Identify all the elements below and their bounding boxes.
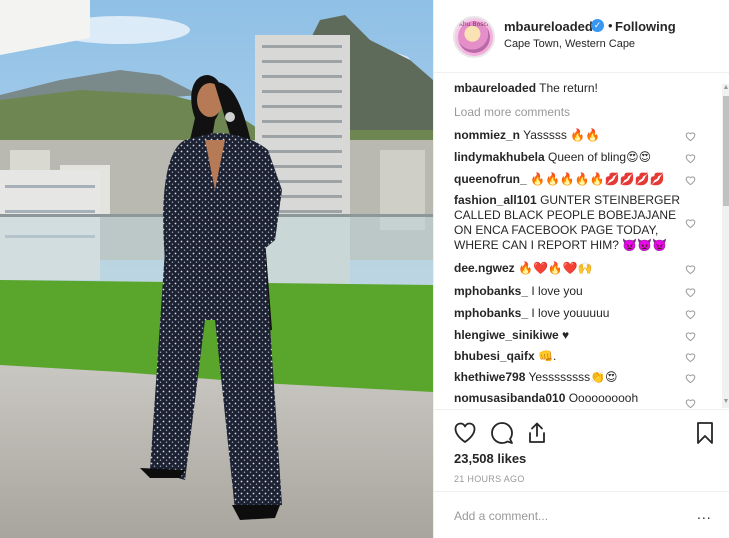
comment-item: khethiwe798 Yessssssss👏😍 (454, 370, 684, 385)
speech-bubble-icon[interactable] (490, 421, 514, 445)
post-sidebar: Khu Bosch mbaureloaded ✓ • Following Cap… (433, 0, 729, 538)
comment-username[interactable]: dee.ngwez (454, 261, 515, 275)
verified-badge-icon: ✓ (591, 19, 604, 32)
comment-username[interactable]: mphobanks_ (454, 284, 528, 298)
load-more-comments-button[interactable]: Load more comments (454, 105, 570, 119)
caption-username[interactable]: mbaureloaded (454, 81, 536, 95)
comment-username[interactable]: queenofrun_ (454, 172, 527, 186)
add-comment-input[interactable]: Add a comment... (454, 509, 548, 523)
separator-dot: • (608, 18, 613, 33)
comments-list[interactable]: mbaureloaded The return! Load more comme… (434, 74, 729, 410)
scroll-down-arrow-icon[interactable]: ▼ (722, 398, 729, 408)
comment-text: ♥ (562, 328, 570, 342)
comment-username[interactable]: nommiez_n (454, 128, 520, 142)
small-heart-icon[interactable] (685, 352, 696, 363)
caption-text: The return! (539, 81, 598, 95)
comment-username[interactable]: fashion_all101 (454, 193, 537, 207)
add-comment-bar: Add a comment... ... (434, 491, 729, 538)
comment-text: 🔥🔥🔥🔥🔥💋💋💋💋 (530, 172, 665, 186)
comments-scrollbar[interactable]: ▲ ▼ (722, 84, 729, 408)
comment-item: hlengiwe_sinikiwe ♥ (454, 328, 684, 343)
small-heart-icon[interactable] (685, 331, 696, 342)
post-photo[interactable] (0, 0, 433, 538)
instagram-post: Khu Bosch mbaureloaded ✓ • Following Cap… (0, 0, 729, 538)
small-heart-icon[interactable] (685, 218, 696, 229)
comment-text: Queen of bling😍😍 (548, 150, 652, 164)
comment-username[interactable]: bhubesi_qaifx (454, 349, 535, 363)
comment-item: fashion_all101 GUNTER STEINBERGER CALLED… (454, 193, 684, 253)
comment-text: Oooooooooh (568, 391, 639, 405)
share-upload-icon[interactable] (525, 421, 549, 445)
post-timestamp[interactable]: 21 HOURS AGO (454, 474, 525, 484)
comment-username[interactable]: nomusasibanda010 (454, 391, 565, 405)
comment-item: bhubesi_qaifx 👊. (454, 349, 684, 364)
comment-item: nomusasibanda010 Oooooooooh (454, 391, 684, 406)
comment-item: queenofrun_ 🔥🔥🔥🔥🔥💋💋💋💋 (454, 172, 684, 187)
action-bar (434, 409, 729, 449)
scroll-up-arrow-icon[interactable]: ▲ (722, 84, 729, 94)
comment-text: Yessssssss👏😍 (528, 370, 618, 384)
small-heart-icon[interactable] (685, 287, 696, 298)
comment-item: mphobanks_ I love youuuuu (454, 306, 684, 321)
comment-text: I love you (531, 284, 583, 298)
comment-item: dee.ngwez 🔥❤️🔥❤️🙌 (454, 261, 684, 276)
small-heart-icon[interactable] (685, 264, 696, 275)
comment-username[interactable]: khethiwe798 (454, 370, 525, 384)
bookmark-icon[interactable] (693, 421, 717, 445)
post-header: Khu Bosch mbaureloaded ✓ • Following Cap… (434, 0, 729, 73)
comment-text: 👊. (538, 349, 557, 363)
comment-item: mphobanks_ I love you (454, 284, 684, 299)
username-link[interactable]: mbaureloaded (504, 19, 593, 34)
comment-item: lindymakhubela Queen of bling😍😍 (454, 150, 684, 165)
more-options-icon[interactable]: ... (697, 506, 712, 522)
comment-username[interactable]: mphobanks_ (454, 306, 528, 320)
comment-text: Yasssss 🔥🔥 (523, 128, 601, 142)
small-heart-icon[interactable] (685, 175, 696, 186)
comment-username[interactable]: hlengiwe_sinikiwe (454, 328, 559, 342)
small-heart-icon[interactable] (685, 153, 696, 164)
avatar-text: Khu Bosch (459, 21, 491, 28)
comment-username[interactable]: lindymakhubela (454, 150, 545, 164)
avatar[interactable]: Khu Bosch (453, 16, 495, 58)
comment-item: nommiez_n Yasssss 🔥🔥 (454, 128, 684, 143)
location-link[interactable]: Cape Town, Western Cape (504, 38, 635, 50)
comment-text: 🔥❤️🔥❤️🙌 (518, 261, 593, 275)
heart-outline-icon[interactable] (453, 421, 477, 445)
small-heart-icon[interactable] (685, 309, 696, 320)
likes-count[interactable]: 23,508 likes (454, 451, 526, 466)
caption: mbaureloaded The return! (454, 81, 598, 95)
following-button[interactable]: Following (615, 19, 676, 34)
small-heart-icon[interactable] (685, 398, 696, 409)
small-heart-icon[interactable] (685, 373, 696, 384)
scrollbar-thumb[interactable] (723, 96, 729, 206)
comment-text: I love youuuuu (531, 306, 610, 320)
post-image (0, 0, 433, 538)
small-heart-icon[interactable] (685, 131, 696, 142)
